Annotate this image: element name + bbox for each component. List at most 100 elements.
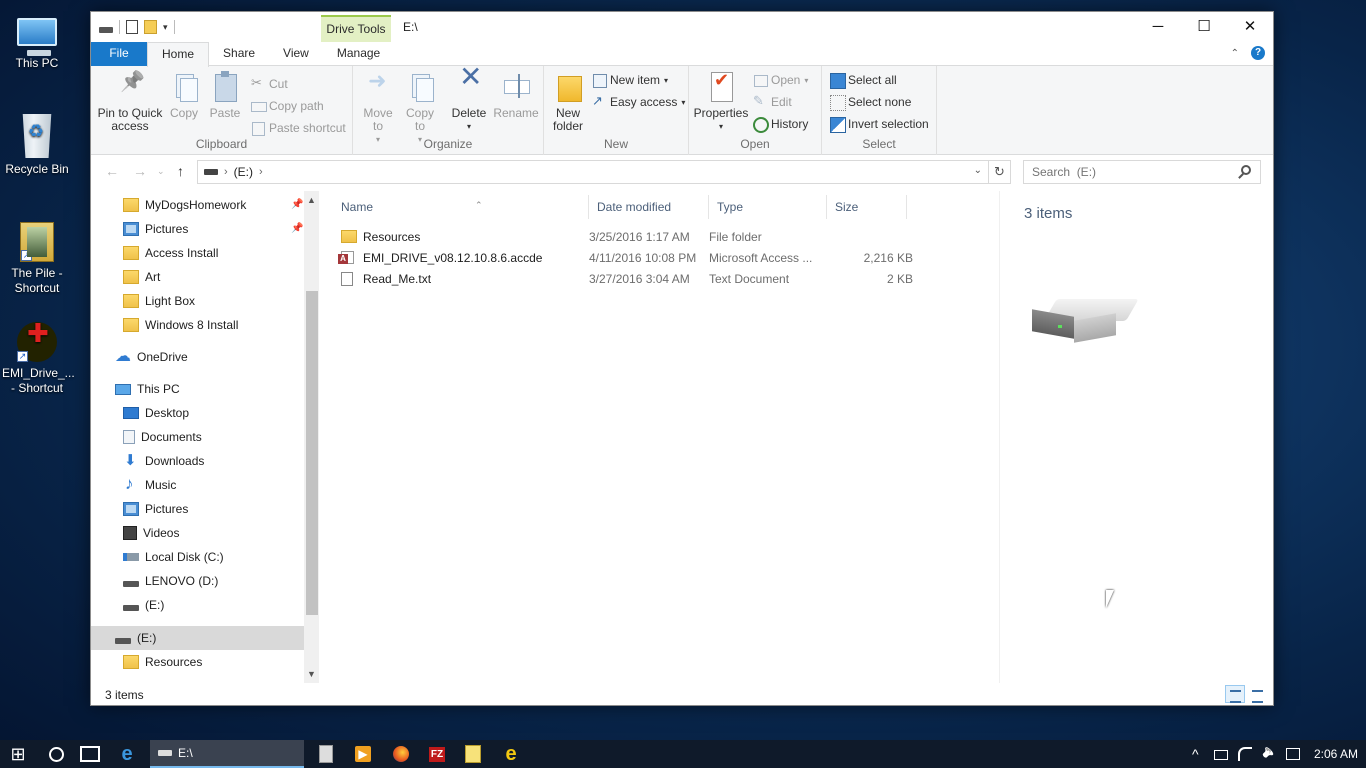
nav-item-light-box[interactable]: Light Box (91, 289, 305, 313)
close-button[interactable]: ✕ (1227, 12, 1273, 42)
search-button[interactable] (40, 740, 72, 768)
delete-button[interactable]: Delete▾ (451, 70, 487, 133)
media-player-icon[interactable] (346, 740, 380, 768)
column-header-name[interactable]: Name ⌃ (333, 195, 589, 219)
nav-item-music[interactable]: Music (91, 473, 305, 497)
column-header-size[interactable]: Size (827, 195, 907, 219)
filezilla-icon[interactable] (420, 740, 454, 768)
edit-button[interactable]: Edit (753, 92, 792, 112)
select-all-button[interactable]: Select all (830, 70, 897, 90)
desktop-icon-recycle-bin[interactable]: Recycle Bin (0, 114, 74, 177)
paste-shortcut-button[interactable]: Paste shortcut (251, 118, 346, 138)
nav-item-downloads[interactable]: Downloads (91, 449, 305, 473)
breadcrumb-drive-e[interactable]: (E:) (234, 165, 253, 179)
up-arrow-icon[interactable]: ↑ (177, 163, 184, 179)
nav-item-documents[interactable]: Documents (91, 425, 305, 449)
scrollbar-thumb[interactable] (306, 291, 318, 615)
refresh-button[interactable]: ↻ (989, 160, 1011, 184)
easy-access-button[interactable]: Easy access▾ (592, 92, 685, 112)
search-icon[interactable] (1241, 165, 1251, 175)
help-icon[interactable]: ? (1251, 46, 1265, 60)
customize-dropdown-icon[interactable]: ▾ (163, 22, 168, 33)
copy-to-button[interactable]: Copy to ▾ (403, 70, 437, 146)
properties-icon[interactable] (126, 20, 138, 34)
large-icons-view-icon[interactable] (1247, 685, 1267, 703)
scroll-down-icon[interactable]: ▼ (307, 669, 316, 679)
drive-tools-contextual-tab[interactable]: Drive Tools (321, 15, 391, 42)
tab-home[interactable]: Home (147, 42, 210, 67)
pin-to-quick-access-button[interactable]: Pin to Quick access (97, 70, 163, 133)
desktop-icon-emi-drive[interactable]: ↗ EMI_Drive_... - Shortcut (0, 322, 75, 396)
move-to-button[interactable]: Move to▾ (361, 70, 395, 146)
internet-explorer-icon[interactable] (494, 740, 528, 768)
nav-item-onedrive[interactable]: OneDrive (91, 345, 305, 369)
forward-arrow-icon[interactable]: → (133, 163, 147, 179)
edge-icon[interactable] (110, 740, 144, 768)
nav-item-pictures-quick[interactable]: Pictures 📌 (91, 217, 305, 241)
scroll-up-icon[interactable]: ▲ (307, 195, 316, 205)
desktop-icon-the-pile[interactable]: ↗ The Pile - Shortcut (0, 222, 74, 296)
firefox-icon[interactable] (384, 740, 418, 768)
copy-button[interactable]: Copy (167, 70, 201, 120)
search-input[interactable] (1023, 160, 1261, 184)
taskbar-file-explorer[interactable]: E:\ (150, 740, 304, 768)
open-button[interactable]: Open ▾ (753, 70, 808, 90)
paste-button[interactable]: Paste (207, 70, 243, 120)
nav-item-resources[interactable]: Resources (91, 650, 305, 674)
select-none-button[interactable]: Select none (830, 92, 911, 112)
nav-item-drive-e-root[interactable]: (E:) (91, 626, 305, 650)
volume-icon[interactable] (1262, 747, 1276, 761)
nav-item-pictures[interactable]: Pictures (91, 497, 305, 521)
history-button[interactable]: History (753, 114, 808, 134)
notepad-icon[interactable] (456, 740, 490, 768)
details-view-icon[interactable] (1225, 685, 1245, 703)
minimize-button[interactable]: ─ (1135, 12, 1181, 42)
new-item-button[interactable]: New item ▾ (592, 70, 668, 90)
invert-selection-button[interactable]: Invert selection (830, 114, 929, 134)
nav-item-this-pc[interactable]: This PC (91, 377, 305, 401)
maximize-button[interactable]: ☐ (1181, 12, 1227, 42)
show-hidden-icons-icon[interactable] (1190, 746, 1204, 762)
file-row[interactable]: EMI_DRIVE_v08.12.10.8.6.accde 4/11/2016 … (333, 247, 913, 268)
recent-locations-chevron-icon[interactable]: ⌄ (157, 166, 165, 177)
clock[interactable]: 2:06 AM (1314, 747, 1358, 761)
tab-file[interactable]: File (91, 42, 147, 66)
column-header-date-modified[interactable]: Date modified (589, 195, 709, 219)
cut-button[interactable]: Cut (251, 74, 288, 94)
chevron-right-icon[interactable]: › (224, 166, 228, 178)
nav-item-videos[interactable]: Videos (91, 521, 305, 545)
wifi-icon[interactable] (1237, 747, 1252, 761)
rename-button[interactable]: Rename (493, 70, 539, 120)
back-arrow-icon[interactable]: ← (105, 163, 119, 179)
nav-item-access-install[interactable]: Access Install (91, 241, 305, 265)
new-folder-icon[interactable] (144, 20, 157, 34)
task-view-button[interactable] (74, 740, 106, 768)
nav-item-mydogshomework[interactable]: MyDogsHomework 📌 (91, 193, 305, 217)
file-row[interactable]: Resources 3/25/2016 1:17 AM File folder (333, 226, 913, 247)
file-row[interactable]: Read_Me.txt 3/27/2016 3:04 AM Text Docum… (333, 268, 913, 289)
minimize-ribbon-icon[interactable]: ⌃ (1231, 48, 1239, 59)
desktop-icon-this-pc[interactable]: This PC (0, 10, 74, 71)
nav-item-art[interactable]: Art (91, 265, 305, 289)
new-folder-button[interactable]: New folder (550, 70, 586, 133)
tab-share[interactable]: Share (209, 42, 269, 66)
nav-item-drive-e[interactable]: (E:) (91, 593, 305, 617)
calculator-icon[interactable] (310, 740, 342, 768)
copy-path-button[interactable]: Copy path (251, 96, 324, 116)
tab-manage[interactable]: Manage (323, 42, 394, 66)
battery-icon[interactable] (1213, 747, 1228, 761)
title-bar[interactable]: ▾ Drive Tools E:\ ─ ☐ ✕ (91, 12, 1273, 42)
notification-icon[interactable] (1285, 747, 1300, 761)
start-button[interactable] (0, 740, 36, 768)
nav-item-windows-8-install[interactable]: Windows 8 Install (91, 313, 305, 337)
properties-button[interactable]: Properties▾ (693, 70, 749, 133)
chevron-right-icon[interactable]: › (259, 166, 263, 178)
chevron-down-icon[interactable]: ⌄ (974, 165, 982, 176)
nav-item-local-disk-c[interactable]: Local Disk (C:) (91, 545, 305, 569)
nav-item-lenovo-d[interactable]: LENOVO (D:) (91, 569, 305, 593)
nav-scrollbar[interactable]: ▲ ▼ (304, 191, 319, 683)
nav-item-desktop[interactable]: Desktop (91, 401, 305, 425)
tab-view[interactable]: View (269, 42, 323, 66)
address-bar[interactable]: › (E:) › ⌄ (197, 160, 989, 184)
column-header-type[interactable]: Type (709, 195, 827, 219)
